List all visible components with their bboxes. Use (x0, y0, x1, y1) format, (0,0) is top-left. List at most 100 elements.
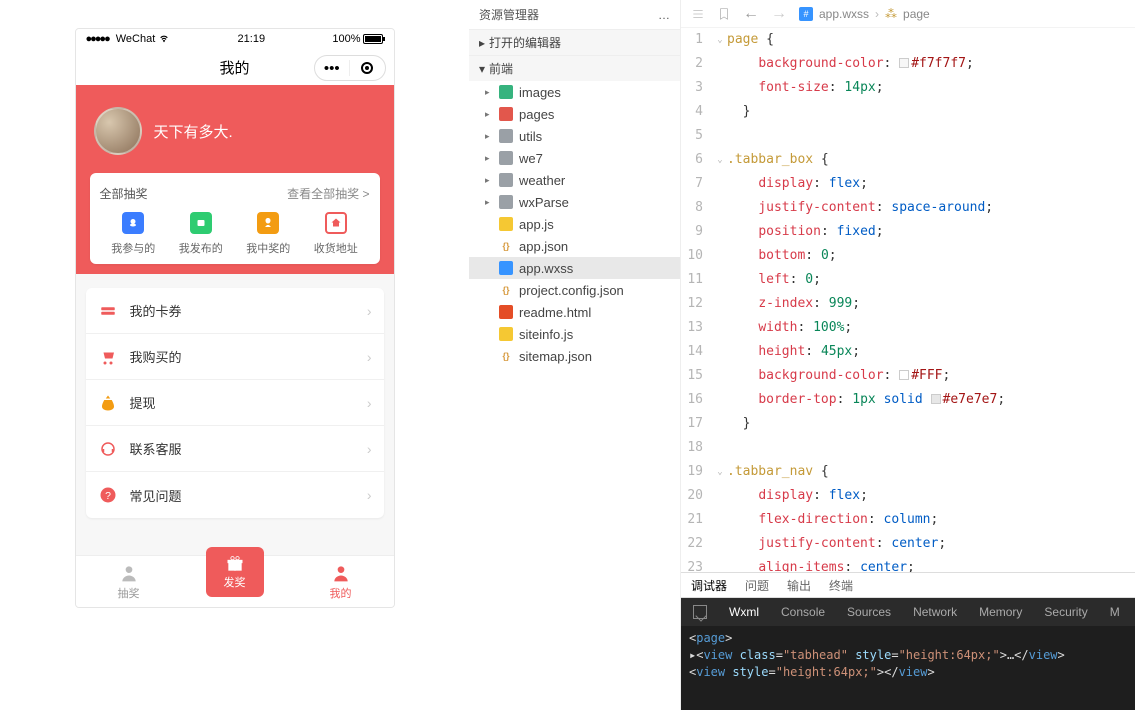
devtools-tab[interactable]: Security (1044, 605, 1087, 619)
nav-bar: 我的 ••• (76, 49, 394, 85)
house-icon (325, 212, 347, 234)
lottery-cell-won[interactable]: 我中奖的 (246, 212, 290, 256)
simulator-pane: WeChat 21:19 100% 我的 ••• (0, 0, 469, 710)
lottery-cell-label: 我发布的 (179, 240, 223, 256)
menu-item-coupons[interactable]: 我的卡券 › (86, 288, 384, 334)
bookmark-icon[interactable] (717, 7, 731, 21)
menu-item-label: 提现 (130, 393, 156, 412)
user-icon (331, 563, 351, 583)
capsule: ••• (314, 55, 386, 81)
nav-back-icon[interactable]: ← (743, 5, 759, 23)
wxml-tree[interactable]: <page>▸<view class="tabhead" style="heig… (681, 626, 1135, 710)
file-app.wxss[interactable]: app.wxss (469, 257, 680, 279)
lottery-cell-address[interactable]: 收货地址 (314, 212, 358, 256)
capsule-menu[interactable]: ••• (315, 60, 350, 77)
carrier-label: WeChat (116, 33, 156, 45)
lottery-cell-label: 我中奖的 (246, 240, 290, 256)
headset-icon (98, 439, 118, 459)
moneybag-icon (98, 393, 118, 413)
file-wxParse[interactable]: ▸ wxParse (469, 191, 680, 213)
devtools-tab[interactable]: Sources (847, 605, 891, 619)
lottery-cell-joined[interactable]: 我参与的 (111, 212, 155, 256)
debugger-pane: 调试器 问题 输出 终端 Wxml Console Sources Network Memor… (681, 572, 1135, 710)
file-app.js[interactable]: app.js (469, 213, 680, 235)
trophy-icon (257, 212, 279, 234)
nickname: 天下有多大. (154, 121, 233, 142)
explorer-more-icon[interactable]: … (658, 8, 670, 22)
devtools-tab[interactable]: Console (781, 605, 825, 619)
tab-label: 发奖 (224, 574, 246, 590)
lottery-more-link[interactable]: 查看全部抽奖 > (287, 185, 369, 202)
explorer-section-open-editors[interactable]: ▸打开的编辑器 (469, 29, 680, 55)
menu-item-withdraw[interactable]: 提现 › (86, 380, 384, 426)
devtools-tab[interactable]: Memory (979, 605, 1022, 619)
chevron-right-icon: › (367, 349, 372, 365)
signal-icon (86, 33, 113, 45)
element-picker-icon[interactable] (693, 605, 707, 619)
lottery-cell-label: 我参与的 (111, 240, 155, 256)
status-bar: WeChat 21:19 100% (76, 29, 394, 49)
chevron-right-icon: › (367, 395, 372, 411)
file-readme.html[interactable]: readme.html (469, 301, 680, 323)
wxss-icon: # (799, 7, 813, 21)
tab-label: 我的 (330, 585, 352, 601)
card-icon (98, 301, 118, 321)
explorer-title: 资源管理器 (479, 6, 539, 23)
bottom-panel-tabs: 调试器 问题 输出 终端 (681, 572, 1135, 598)
file-utils[interactable]: ▸ utils (469, 125, 680, 147)
tab-mine[interactable]: 我的 (288, 556, 394, 607)
devtools-tab[interactable]: Network (913, 605, 957, 619)
menu-item-purchased[interactable]: 我购买的 › (86, 334, 384, 380)
file-pages[interactable]: ▸ pages (469, 103, 680, 125)
panel-tab[interactable]: 输出 (787, 577, 811, 594)
panel-tab[interactable]: 终端 (829, 577, 853, 594)
devtools-tabs: Wxml Console Sources Network Memory Security M (681, 598, 1135, 626)
lottery-cell-label: 收货地址 (314, 240, 358, 256)
file-images[interactable]: ▸ images (469, 81, 680, 103)
lottery-card: 全部抽奖 查看全部抽奖 > 我参与的 我发布的 (90, 173, 380, 264)
question-icon: ? (98, 485, 118, 505)
menu-item-label: 我的卡券 (130, 301, 182, 320)
file-we7[interactable]: ▸ we7 (469, 147, 680, 169)
symbol-icon: ⁂ (885, 7, 897, 21)
explorer-pane: 资源管理器 … ▸打开的编辑器 ▾前端 ▸ images▸ pages▸ uti… (469, 0, 681, 710)
menu-card: 我的卡券 › 我购买的 › 提现 › 联系客服› ? 常见问题 › (86, 288, 384, 518)
file-app.json[interactable]: app.json (469, 235, 680, 257)
capsule-close[interactable] (350, 62, 385, 74)
file-project.config.json[interactable]: project.config.json (469, 279, 680, 301)
panel-tab[interactable]: 问题 (745, 577, 769, 594)
menu-item-label: 常见问题 (130, 486, 182, 505)
ticket-icon (190, 212, 212, 234)
list-icon[interactable] (691, 7, 705, 21)
chevron-right-icon: › (367, 441, 372, 457)
coins-icon (122, 212, 144, 234)
wifi-icon (158, 34, 170, 44)
file-sitemap.json[interactable]: sitemap.json (469, 345, 680, 367)
tab-lottery[interactable]: 抽奖 (76, 556, 182, 607)
devtools-tab[interactable]: M (1110, 605, 1120, 619)
battery-pct: 100% (332, 33, 360, 45)
gift-icon (225, 554, 245, 574)
breadcrumb-file[interactable]: app.wxss (819, 7, 869, 21)
chevron-right-icon: › (367, 487, 372, 503)
menu-item-support[interactable]: 联系客服› (86, 426, 384, 472)
lottery-cell-published[interactable]: 我发布的 (179, 212, 223, 256)
phone-frame: WeChat 21:19 100% 我的 ••• (75, 28, 395, 608)
breadcrumb-symbol[interactable]: page (903, 7, 930, 21)
file-tree: ▸ images▸ pages▸ utils▸ we7▸ weather▸ wx… (469, 81, 680, 367)
cart-icon (98, 347, 118, 367)
nav-forward-icon[interactable]: → (771, 5, 787, 23)
explorer-section-project[interactable]: ▾前端 (469, 55, 680, 81)
menu-item-faq[interactable]: ? 常见问题 › (86, 472, 384, 518)
svg-text:?: ? (105, 490, 111, 502)
avatar[interactable] (94, 107, 142, 155)
chevron-right-icon: › (367, 303, 372, 319)
file-siteinfo.js[interactable]: siteinfo.js (469, 323, 680, 345)
lottery-title: 全部抽奖 (100, 185, 148, 202)
panel-tab[interactable]: 调试器 (691, 577, 727, 594)
menu-item-label: 我购买的 (130, 347, 182, 366)
tab-publish[interactable]: 发奖 (182, 546, 288, 597)
tabbar: 抽奖 发奖 我的 (76, 555, 394, 607)
file-weather[interactable]: ▸ weather (469, 169, 680, 191)
devtools-tab[interactable]: Wxml (729, 605, 759, 619)
